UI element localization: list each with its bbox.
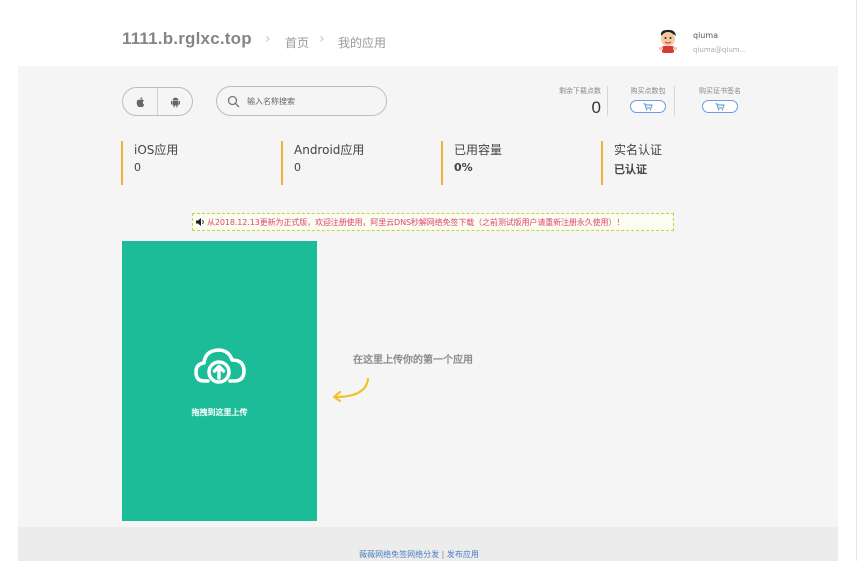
- info-title: Android应用: [294, 143, 365, 157]
- divider: [674, 86, 675, 116]
- ios-filter-button[interactable]: [123, 88, 157, 115]
- upload-label: 拖拽到这里上传: [191, 408, 248, 417]
- breadcrumb-home[interactable]: 首页: [285, 34, 309, 51]
- info-value: 0%: [454, 161, 473, 174]
- user-email: qiuma@qium...: [693, 46, 747, 54]
- top-header: 1111.b.rglxc.top › 首页 › 我的应用 qiuma qiuma…: [0, 0, 857, 66]
- downloads-label: 剩余下载点数: [559, 87, 601, 95]
- footer-links: 薇薇网络免签网络分发 | 发布应用: [0, 549, 838, 560]
- downloads-remaining: 剩余下载点数 0: [548, 86, 601, 118]
- footer-link-distribution[interactable]: 薇薇网络免签网络分发: [359, 550, 439, 559]
- buy-cert-button[interactable]: [702, 100, 738, 113]
- user-name[interactable]: qiuma: [693, 31, 718, 40]
- buy-cert-label: 购买证书签名: [699, 87, 741, 95]
- page: 1111.b.rglxc.top › 首页 › 我的应用 qiuma qiuma…: [0, 0, 857, 561]
- info-value: 已认证: [614, 163, 647, 176]
- cart-icon: [643, 102, 653, 110]
- downloads-value: 0: [591, 98, 601, 117]
- buy-downloads: 购买点数包: [628, 86, 668, 113]
- info-value: 0: [294, 161, 301, 174]
- android-icon: [170, 97, 180, 107]
- notice-text: 从2018.12.13更新为正式版，欢迎注册使用，阿里云DNS秒解网络免签下载（…: [207, 217, 625, 227]
- search-icon: [227, 95, 240, 108]
- divider: [607, 86, 608, 116]
- upload-dropzone[interactable]: 拖拽到这里上传: [122, 241, 317, 521]
- buy-downloads-label: 购买点数包: [630, 87, 666, 95]
- search-box: [216, 86, 387, 116]
- search-input[interactable]: [247, 94, 377, 109]
- apple-icon: [136, 96, 144, 107]
- info-title: iOS应用: [134, 143, 179, 157]
- android-filter-button[interactable]: [157, 88, 192, 115]
- info-title: 实名认证: [614, 143, 663, 157]
- breadcrumb-my-apps[interactable]: 我的应用: [338, 34, 386, 51]
- upload-hint: 在这里上传你的第一个应用: [353, 355, 473, 366]
- chevron-right-icon: ›: [265, 31, 271, 47]
- curved-arrow-icon: [332, 377, 370, 403]
- info-value: 0: [134, 161, 141, 174]
- chevron-right-icon: ›: [319, 31, 325, 47]
- platform-filter: [122, 87, 193, 116]
- avatar[interactable]: [655, 27, 681, 55]
- ios-app-count: iOS应用 0: [121, 141, 178, 185]
- cart-icon: [715, 102, 725, 110]
- cloud-upload-icon: [194, 348, 246, 384]
- notice-banner: 从2018.12.13更新为正式版，欢迎注册使用，阿里云DNS秒解网络免签下载（…: [192, 213, 674, 231]
- verification-status: 实名认证 已认证: [601, 141, 662, 185]
- footer-link-publish[interactable]: 发布应用: [447, 550, 479, 559]
- speaker-icon: [196, 218, 204, 226]
- buy-certificate: 购买证书签名: [697, 86, 743, 113]
- android-app-count: Android应用 0: [281, 141, 364, 185]
- footer-separator: |: [441, 550, 445, 559]
- storage-used: 已用容量 0%: [441, 141, 502, 185]
- site-title[interactable]: 1111.b.rglxc.top: [122, 29, 252, 49]
- buy-downloads-button[interactable]: [630, 100, 666, 113]
- info-title: 已用容量: [454, 143, 503, 157]
